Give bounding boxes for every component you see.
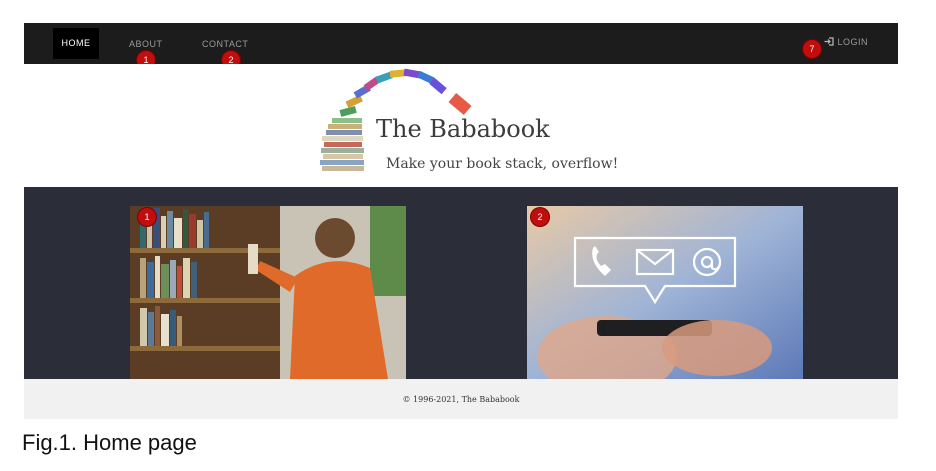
annotation-badge-card2: 2 — [531, 208, 549, 226]
nav-login-link[interactable]: LOGIN — [824, 22, 868, 63]
nav-home-link[interactable]: HOME — [53, 28, 99, 59]
login-label: LOGIN — [837, 37, 868, 47]
brand-header: The Bababook Make your book stack, overf… — [24, 64, 898, 187]
hero-section: 1 2 — [24, 187, 898, 379]
figure-caption: Fig.1. Home page — [22, 430, 197, 455]
library-card[interactable] — [130, 206, 406, 379]
contact-photo — [527, 206, 803, 379]
library-photo — [130, 206, 406, 379]
brand-tagline: Make your book stack, overflow! — [386, 156, 619, 172]
sign-in-icon — [824, 37, 835, 46]
brand-title: The Bababook — [376, 115, 550, 143]
top-navbar: HOME ABOUT CONTACT LOGIN 1 2 7 — [24, 22, 898, 69]
page-footer: © 1996-2021, The Bababook — [24, 379, 898, 419]
annotation-badge-card1: 1 — [138, 208, 156, 226]
annotation-badge-login: 7 — [803, 40, 821, 58]
app-frame: HOME ABOUT CONTACT LOGIN 1 2 7 The Babab… — [24, 23, 898, 419]
contact-card[interactable] — [527, 206, 803, 379]
